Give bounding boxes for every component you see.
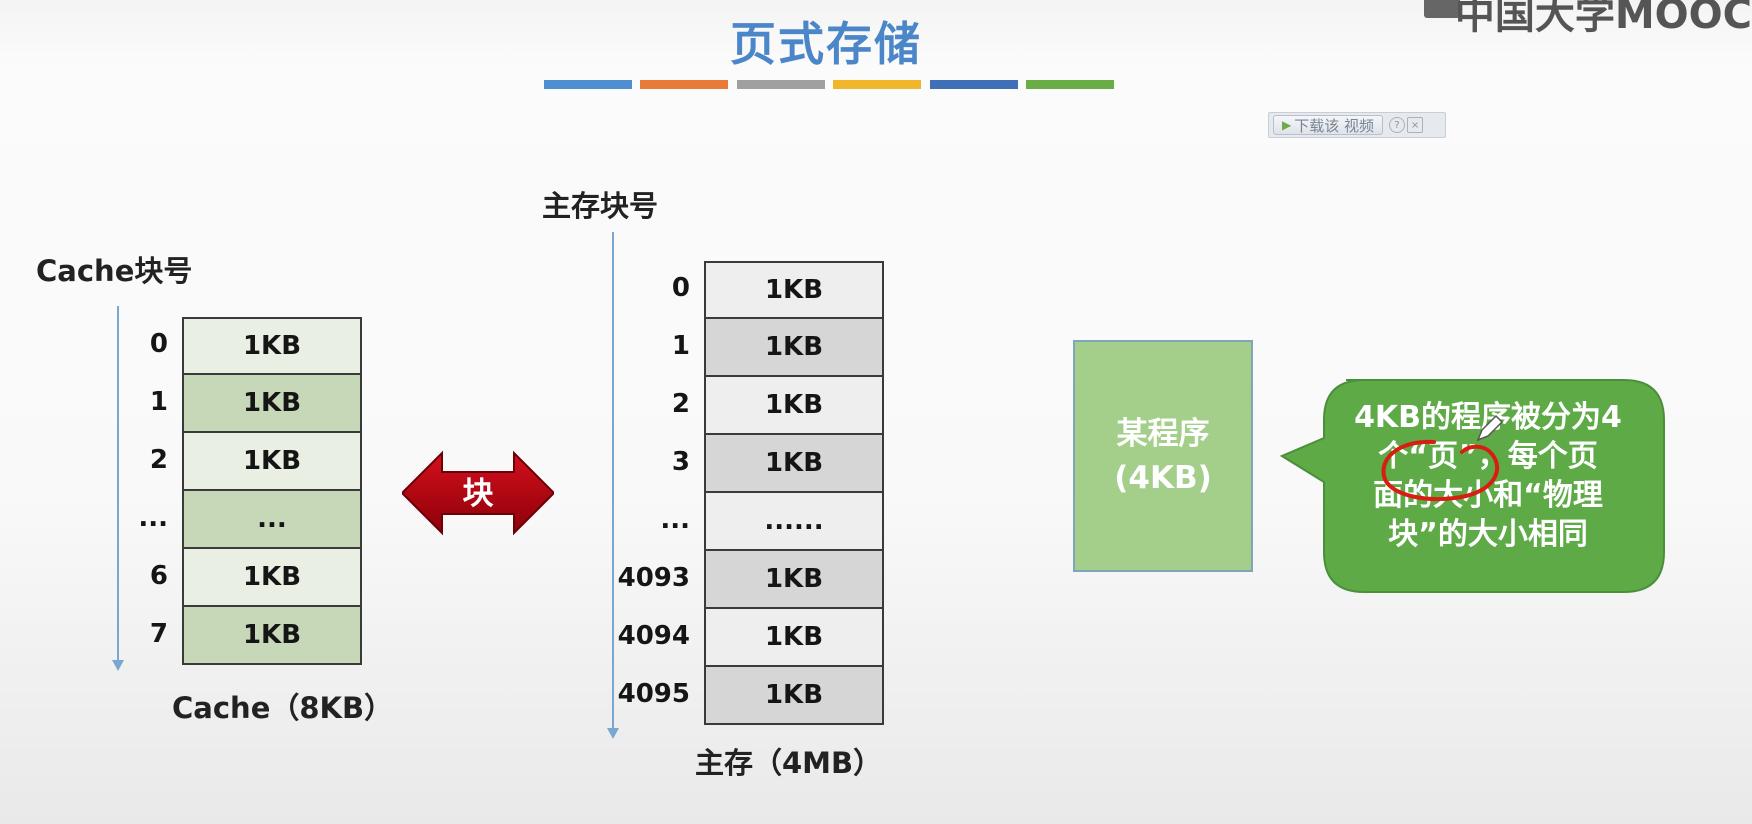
cache-row-index: 7 xyxy=(149,619,168,649)
cache-block-cell: 1KB xyxy=(182,373,362,433)
main-memory-block-cell: 1KB xyxy=(704,261,884,319)
main-memory-block-cell: 1KB xyxy=(704,433,884,493)
main-memory-row-index: 0 xyxy=(671,273,690,303)
main-memory-caption: 主存（4MB） xyxy=(695,746,883,780)
cache-row-index: 1 xyxy=(149,387,168,417)
slide-title: 页式存储 xyxy=(730,17,922,71)
cache-axis-arrow-icon xyxy=(112,660,124,671)
cache-row-index: 2 xyxy=(149,445,168,475)
main-memory-row-index: 2 xyxy=(671,389,690,419)
title-stripe xyxy=(930,80,1018,89)
cache-block-cell: ... xyxy=(182,489,362,549)
main-memory-heading: 主存块号 xyxy=(542,189,659,223)
help-icon[interactable]: ? xyxy=(1389,117,1406,133)
main-memory-row-index: 3 xyxy=(671,447,690,477)
program-box: 某程序 (4KB) xyxy=(1073,340,1253,572)
main-memory-block-cell: 1KB xyxy=(704,607,884,667)
cache-block-cell: 1KB xyxy=(182,547,362,607)
main-memory-block-cell: 1KB xyxy=(704,317,884,377)
main-memory-row-index: 4095 xyxy=(617,679,690,709)
title-stripe xyxy=(640,80,728,89)
title-stripe xyxy=(737,80,825,89)
cache-row-index: 0 xyxy=(149,329,168,359)
program-size: (4KB) xyxy=(1114,460,1212,496)
main-memory-block-cell: 1KB xyxy=(704,549,884,609)
title-stripe xyxy=(1026,80,1114,89)
mooc-logo-text: 中国大学MOOC xyxy=(1454,0,1752,38)
pen-cursor-icon xyxy=(1476,414,1504,442)
main-memory-row-index: ... xyxy=(660,505,690,535)
download-toolbar: ▶ 下载该 视频 ? × xyxy=(1268,112,1446,138)
download-video-button[interactable]: ▶ 下载该 视频 xyxy=(1273,115,1384,135)
cache-index-axis xyxy=(117,306,119,662)
close-icon[interactable]: × xyxy=(1407,117,1424,133)
main-memory-block-cell: ...... xyxy=(704,491,884,551)
cache-row-index: 6 xyxy=(149,561,168,591)
block-transfer-label: 块 xyxy=(462,476,494,512)
callout-line-4: 块”的大小相同 xyxy=(1388,517,1588,552)
main-memory-block-cell: 1KB xyxy=(704,375,884,435)
title-stripe xyxy=(544,80,632,89)
cache-block-cell: 1KB xyxy=(182,431,362,491)
play-icon: ▶ xyxy=(1282,118,1292,132)
main-memory-index-axis xyxy=(612,232,614,732)
download-video-label: 下载该 视频 xyxy=(1294,116,1375,135)
main-memory-row-index: 4093 xyxy=(617,563,690,593)
program-name: 某程序 xyxy=(1116,416,1210,452)
cache-block-cell: 1KB xyxy=(182,317,362,375)
cache-block-cell: 1KB xyxy=(182,605,362,665)
cache-caption: Cache（8KB） xyxy=(172,691,394,725)
main-memory-row-index: 1 xyxy=(671,331,690,361)
main-memory-axis-arrow-icon xyxy=(607,728,619,739)
title-stripe xyxy=(833,80,921,89)
cache-heading: Cache块号 xyxy=(36,254,193,288)
main-memory-row-index: 4094 xyxy=(617,621,690,651)
main-memory-block-cell: 1KB xyxy=(704,665,884,725)
cache-row-index: ... xyxy=(138,503,168,533)
